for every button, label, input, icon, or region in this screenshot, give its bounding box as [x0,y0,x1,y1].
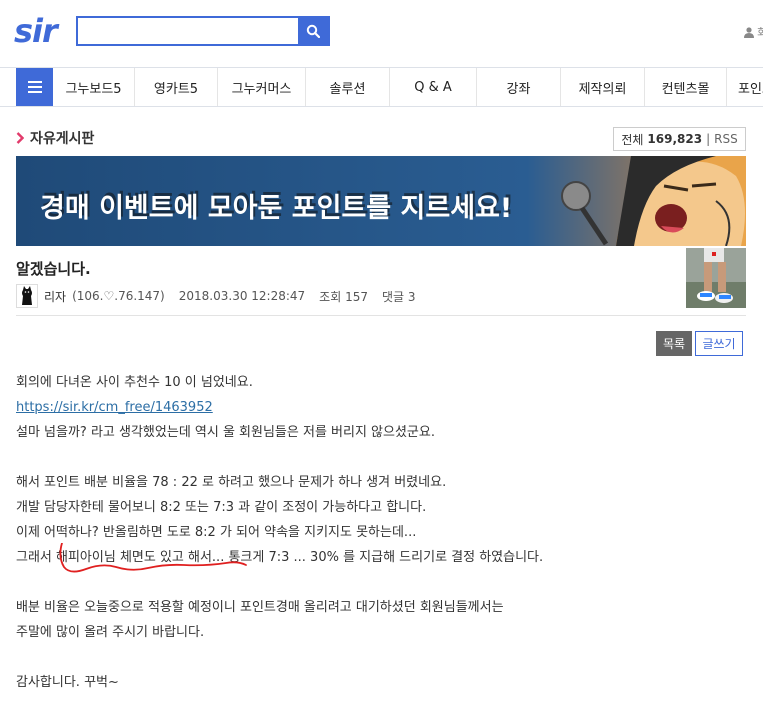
total-count: 169,823 [647,132,703,146]
site-logo[interactable]: sir [14,12,64,50]
post-views: 조회 157 [319,289,368,304]
post-comments[interactable]: 댓글 3 [382,288,416,305]
content-line: 설마 넘을까? 라고 생각했었는데 역시 울 회원님들은 저를 버리지 않으셨군… [16,425,435,440]
search-button[interactable] [298,18,328,44]
post-ip: (106.♡.76.147) [72,289,165,303]
post-author[interactable]: 리자 [44,288,66,305]
write-button[interactable]: 글쓰기 [695,331,743,356]
content-line: 그래서 해피아이님 체면도 있고 해서... 통크게 7:3 ... 30% 를… [16,550,544,565]
post-header-divider [16,315,746,316]
author-avatar[interactable] [16,284,38,308]
user-menu-label: 회 [757,26,763,39]
banner-text: 경매 이벤트에 모아둔 포인트를 지르세요! [40,193,513,224]
menu-button[interactable] [16,68,53,106]
site-header: sir 회 [0,0,763,66]
content-line: 배분 비율은 오늘중으로 적용할 예정이니 포인트경매 올리려고 대기하셨던 회… [16,600,504,615]
search-box [76,16,330,46]
content-line: 개발 담당자한테 물어보니 8:2 또는 7:3 과 같이 조정이 가능하다고 … [16,500,427,515]
nav-item-gnucommerce[interactable]: 그누커머스 [218,68,306,106]
total-separator: | [706,132,711,146]
svg-text:sir: sir [14,12,60,50]
nav-item-point[interactable]: 포인트 [727,68,763,106]
post-meta: 리자 (106.♡.76.147) 2018.03.30 12:28:47 조회… [16,284,430,308]
nav-item-gnuboard5[interactable]: 그누보드5 [53,68,135,106]
auction-banner[interactable]: 경매 이벤트에 모아둔 포인트를 지르세요! 경매 이벤트에 모아둔 포인트를 … [16,156,746,246]
rss-link[interactable]: RSS [714,132,738,146]
nav-item-contents-mall[interactable]: 컨텐츠몰 [645,68,727,106]
list-button[interactable]: 목록 [656,331,692,356]
board-total-box: 전체 169,823 | RSS [613,127,746,151]
post-thumbnail[interactable] [686,248,746,308]
nav-item-request[interactable]: 제작의뢰 [561,68,645,106]
total-label: 전체 [621,132,644,147]
content-link[interactable]: https://sir.kr/cm_free/1463952 [16,400,213,415]
content-line: 회의에 다녀온 사이 추천수 10 이 넘었네요. [16,375,253,390]
user-menu[interactable]: 회 [744,24,763,40]
thumbnail-image [686,248,746,308]
nav-item-solution[interactable]: 솔루션 [306,68,390,106]
nav-item-lecture[interactable]: 강좌 [477,68,561,106]
nav-item-qna[interactable]: Q & A [390,68,477,106]
post-title: 알겠습니다. [16,260,91,278]
board-title-label: 자유게시판 [30,131,95,147]
content-line: 해서 포인트 배분 비율을 78 : 22 로 하려고 했으나 문제가 하나 생… [16,475,447,490]
cat-avatar-icon [22,286,32,305]
user-icon [744,26,754,38]
content-line: 이제 어떡하나? 반올림하면 도로 8:2 가 되어 약속을 지키지도 못하는데… [16,525,417,540]
board-title[interactable]: 자유게시판 [16,128,94,148]
post-content: 회의에 다녀온 사이 추천수 10 이 넘었네요. https://sir.kr… [16,370,746,695]
post-datetime: 2018.03.30 12:28:47 [178,289,306,303]
nav-item-youngcart5[interactable]: 영카트5 [135,68,218,106]
sir-logo-mark: sir [14,12,61,50]
content-line: 주말에 많이 올려 주시기 바랍니다. [16,625,205,640]
search-input[interactable] [78,18,298,44]
content-line: 감사합니다. 꾸벅~ [16,675,119,690]
hamburger-icon [27,81,42,93]
chevron-right-icon [16,132,24,144]
search-icon [306,24,320,38]
main-nav: 그누보드5 영카트5 그누커머스 솔루션 Q & A 강좌 제작의뢰 컨텐츠몰 … [0,67,763,107]
